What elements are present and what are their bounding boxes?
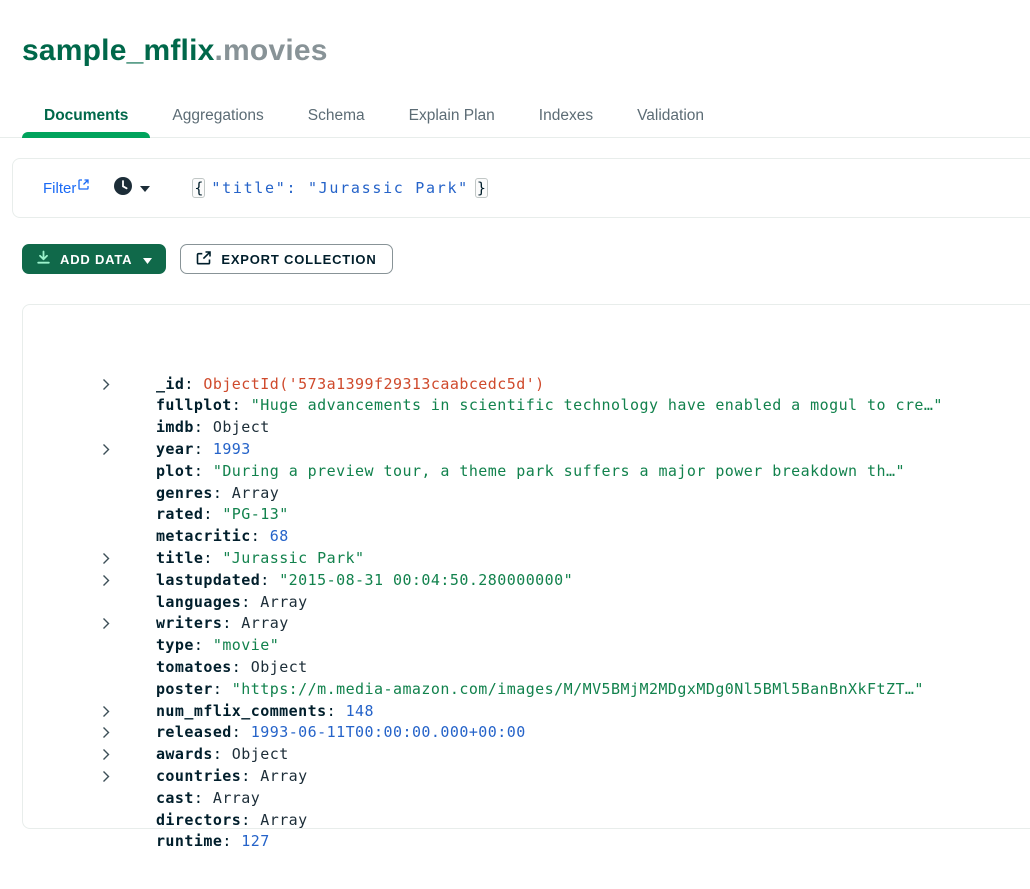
export-collection-button[interactable]: EXPORT COLLECTION	[180, 244, 392, 274]
field-value: 127	[241, 832, 269, 850]
tab-label: Documents	[44, 107, 128, 125]
document-field-row: countries: Array	[118, 722, 1030, 744]
expand-chevron-icon[interactable]	[102, 748, 111, 761]
database-name: sample_mflix	[22, 34, 215, 67]
query-history-button[interactable]	[113, 176, 150, 201]
open-brace: {	[192, 178, 205, 198]
chevron-down-icon	[143, 252, 152, 267]
expand-chevron-icon[interactable]	[102, 552, 111, 565]
clock-icon	[113, 176, 133, 201]
tab-validation[interactable]: Validation	[615, 94, 726, 138]
filter-bar: Filter { "title": "Jurassic Park" }	[12, 158, 1030, 218]
external-link-icon	[78, 177, 89, 194]
document-field-row: genres: Array	[118, 439, 1030, 461]
filter-link[interactable]: Filter	[43, 180, 89, 197]
tab-schema[interactable]: Schema	[286, 94, 387, 138]
add-data-button[interactable]: ADD DATA	[22, 244, 166, 274]
document-field-row: languages: Array	[118, 548, 1030, 570]
tab-label: Explain Plan	[409, 107, 495, 125]
document-card: _id: ObjectId('573a1399f29313caabcedc5d'…	[22, 304, 1030, 829]
tab-aggregations[interactable]: Aggregations	[150, 94, 285, 138]
tab-label: Validation	[637, 107, 704, 125]
close-brace: }	[475, 178, 488, 198]
document-field-row: directors: Array	[118, 766, 1030, 788]
collection-name: movies	[223, 34, 328, 67]
document-field-row: fullplot: "Huge advancements in scientif…	[118, 352, 1030, 374]
page-title: sample_mflix.movies	[22, 34, 1030, 68]
tab-label: Indexes	[539, 107, 593, 125]
export-collection-label: EXPORT COLLECTION	[221, 252, 376, 267]
download-icon	[36, 250, 51, 268]
tab-bar: Documents Aggregations Schema Explain Pl…	[22, 94, 1030, 138]
expand-chevron-icon[interactable]	[102, 617, 111, 630]
filter-query-input[interactable]: { "title": "Jurassic Park" }	[192, 178, 488, 198]
field-colon: :	[222, 832, 241, 850]
tab-documents[interactable]: Documents	[22, 94, 150, 138]
field-value: Array	[260, 811, 307, 829]
tab-label: Schema	[308, 107, 365, 125]
document-field-row: num_mflix_comments: 148	[118, 657, 1030, 679]
toolbar: ADD DATA EXPORT COLLECTION	[22, 244, 1030, 274]
expand-chevron-icon[interactable]	[102, 378, 111, 391]
document-field-row: awards: Object	[118, 701, 1030, 723]
field-name: directors	[156, 811, 241, 829]
document-field-row: rated: "PG-13"	[118, 461, 1030, 483]
document-field-row: runtime: 127	[118, 788, 1030, 810]
document-field-row: writers: Array	[118, 570, 1030, 592]
filter-query-text: "title": "Jurassic Park"	[211, 179, 469, 197]
expand-chevron-icon[interactable]	[102, 770, 111, 783]
document-field-row: imdb: Object	[118, 374, 1030, 396]
document-field-row: type: "movie"	[118, 592, 1030, 614]
document-field-row: title: "Jurassic Park"	[118, 504, 1030, 526]
document-field-row: year: 1993	[118, 395, 1030, 417]
field-colon: :	[241, 811, 260, 829]
expand-chevron-icon[interactable]	[102, 574, 111, 587]
namespace-dot: .	[215, 34, 224, 67]
document-field-row: cast: Array	[118, 744, 1030, 766]
tab-label: Aggregations	[172, 107, 263, 125]
field-name: runtime	[156, 832, 222, 850]
document-field-row: _id: ObjectId('573a1399f29313caabcedc5d'…	[118, 330, 1030, 352]
document-field-row: tomatoes: Object	[118, 613, 1030, 635]
tab-explain-plan[interactable]: Explain Plan	[387, 94, 517, 138]
document-field-row: lastupdated: "2015-08-31 00:04:50.280000…	[118, 526, 1030, 548]
filter-label: Filter	[43, 180, 76, 197]
document-field-row: released: 1993-06-11T00:00:00.000+00:00	[118, 679, 1030, 701]
add-data-label: ADD DATA	[60, 252, 132, 267]
expand-chevron-icon[interactable]	[102, 726, 111, 739]
document-field-row: metacritic: 68	[118, 483, 1030, 505]
document-field-row: poster: "https://m.media-amazon.com/imag…	[118, 635, 1030, 657]
tab-indexes[interactable]: Indexes	[517, 94, 615, 138]
expand-chevron-icon[interactable]	[102, 443, 111, 456]
expand-chevron-icon[interactable]	[102, 705, 111, 718]
chevron-down-icon	[140, 179, 150, 197]
document-field-row: plot: "During a preview tour, a theme pa…	[118, 417, 1030, 439]
export-icon	[196, 250, 212, 269]
active-tab-underline	[22, 132, 150, 138]
